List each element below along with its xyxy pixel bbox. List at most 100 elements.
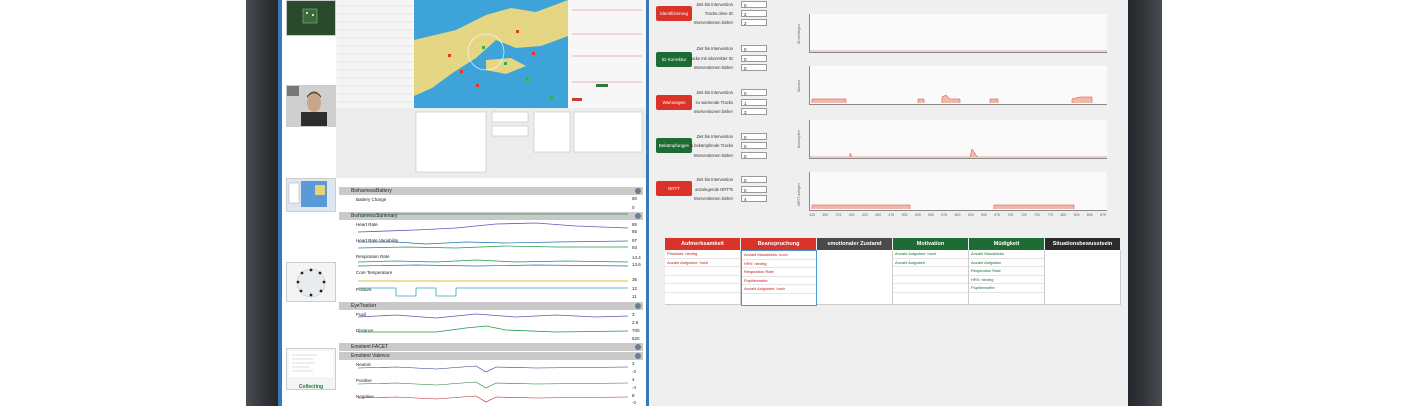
metric-value[interactable]: 0 xyxy=(741,176,767,183)
signal-min: 11 xyxy=(632,294,637,299)
state-item: Anzahl Mausklicks xyxy=(969,250,1044,259)
state-column-attention: Prioritaet: niedrig Anzahl Aufgaben: hoc… xyxy=(665,250,741,305)
x-tick: 600 xyxy=(954,213,961,217)
metric-value[interactable]: 0 xyxy=(741,55,767,62)
metric-value[interactable]: 0 xyxy=(741,45,767,52)
state-column-emotion xyxy=(817,250,893,305)
intervention-dashboard: Identifizierung ID Korrektur Warnungen B… xyxy=(649,0,1128,406)
x-tick: 850 xyxy=(1086,213,1093,217)
chart-warnings xyxy=(809,66,1107,105)
thumbnail-electrode-map[interactable] xyxy=(286,262,336,302)
signal-min: -2 xyxy=(632,369,637,374)
signal-min: 2.6 xyxy=(632,320,639,325)
metric-label: Zeit bis Intervention xyxy=(696,46,733,51)
thumbnail-column: Collecting xyxy=(282,0,340,406)
state-column-workload: Anzahl Mausklicks: hoch HRV: niedrig Res… xyxy=(741,250,817,306)
signal-max: 85 xyxy=(632,222,638,227)
collapse-icon[interactable] xyxy=(635,344,641,350)
metric-value[interactable]: 0 xyxy=(741,133,767,140)
x-tick: 400 xyxy=(848,213,855,217)
chart-ylabel: Warnen xyxy=(797,79,801,92)
metric-label: zu warnende Tracks xyxy=(695,100,733,105)
metric-label: Zeit bis Intervention xyxy=(696,2,733,7)
state-item: Prioritaet: niedrig xyxy=(665,250,740,259)
sensor-monitor-app: BioharnessBattery Battery Charge 80 0 Bi… xyxy=(336,0,646,406)
state-header-situation-awareness: Situationsbewusstsein xyxy=(1045,238,1120,250)
metric-value[interactable]: 0 xyxy=(741,89,767,96)
state-header-fatigue: Müdigkeit xyxy=(969,238,1044,250)
metric-label: Interventionen bisher xyxy=(693,20,733,25)
metric-value[interactable]: 2 xyxy=(741,108,767,115)
x-tick: 375 xyxy=(835,213,842,217)
signal-min: 85 xyxy=(632,229,638,234)
tactical-map-window xyxy=(336,0,646,178)
collapse-icon[interactable] xyxy=(635,188,641,194)
chart-identification xyxy=(809,14,1107,53)
signal-max: 36 xyxy=(632,277,638,282)
metric-label: Interventionen bisher xyxy=(693,109,733,114)
metric-value[interactable]: 1 xyxy=(741,99,767,106)
state-item: Pupillenweite xyxy=(969,284,1044,293)
state-column-situation-awareness xyxy=(1045,250,1121,305)
monitor-bezel-right xyxy=(1128,0,1162,406)
x-tick: 525 xyxy=(914,213,921,217)
state-item: Anzahl Aufgaben: hoch xyxy=(742,285,816,294)
thumbnail-collector[interactable]: Collecting xyxy=(286,348,336,390)
state-item: Anzahl Aufgaben xyxy=(969,259,1044,267)
thumbnail-map[interactable] xyxy=(286,178,336,212)
thumbnail-radar[interactable] xyxy=(286,0,336,36)
state-header-workload: Beanspruchung xyxy=(741,238,816,250)
x-tick: 650 xyxy=(981,213,987,217)
x-tick: 350 xyxy=(822,213,829,217)
collapse-icon[interactable] xyxy=(635,353,641,359)
chart-x-ticks: 325 350 375 400 425 450 475 500 525 550 … xyxy=(809,213,1106,217)
state-item: Anzahl Aufgaben: hoch xyxy=(665,259,740,267)
metric-value[interactable]: 2 xyxy=(741,19,767,26)
signal-min: -4 xyxy=(632,385,637,390)
signal-max: 14.4 xyxy=(632,255,641,260)
metric-label: Zeit bis Intervention xyxy=(696,134,733,139)
thumbnail-webcam[interactable] xyxy=(286,85,336,127)
state-item: Pupillenweite xyxy=(742,277,816,285)
signal-max: 12 xyxy=(632,286,638,291)
x-tick: 575 xyxy=(941,213,948,217)
metric-value[interactable]: 2 xyxy=(741,10,767,17)
monitor-screen: Collecting BioharnessBattery Battery Cha… xyxy=(278,0,1128,406)
signal-max: 97 xyxy=(632,238,638,243)
x-tick: 775 xyxy=(1047,213,1054,217)
chart-engagements xyxy=(809,120,1107,159)
x-tick: 450 xyxy=(875,213,882,217)
x-tick: 875 xyxy=(1100,213,1106,217)
state-header-emotion: emotionaler Zustand xyxy=(817,238,892,250)
metric-label: anzulegende NRTTs xyxy=(695,187,733,192)
signal-max: 3 xyxy=(632,312,635,317)
state-item: Anzahl Mausklicks: hoch xyxy=(742,251,816,260)
signal-min: 620 xyxy=(632,336,640,341)
state-item: Respiration Rate xyxy=(742,268,816,277)
signal-max-battery: 80 xyxy=(632,196,638,201)
x-tick: 825 xyxy=(1073,213,1080,217)
metric-value[interactable]: 0 xyxy=(741,1,767,8)
operator-state-table: Aufmerksamkeit Beanspruchung emotionaler… xyxy=(665,238,1121,306)
x-tick: 625 xyxy=(967,213,974,217)
state-header-attention: Aufmerksamkeit xyxy=(665,238,740,250)
metric-value[interactable]: 0 xyxy=(741,142,767,149)
collapse-icon[interactable] xyxy=(635,213,641,219)
metric-label: zu bekämpfende Tracks xyxy=(688,143,733,148)
x-tick: 500 xyxy=(901,213,908,217)
chart-ylabel: ID benötigen xyxy=(797,24,801,44)
signal-min: 13.6 xyxy=(632,262,641,267)
metric-value[interactable]: 0 xyxy=(741,186,767,193)
state-item: Respiration Rate xyxy=(969,267,1044,276)
chart-ylabel: NRTT anlegen xyxy=(797,183,801,206)
x-tick: 425 xyxy=(861,213,868,217)
x-tick: 800 xyxy=(1060,213,1067,217)
signal-max: 2 xyxy=(632,361,635,366)
signal-max: 8 xyxy=(632,393,635,398)
metric-value[interactable]: 0 xyxy=(741,152,767,159)
x-tick: 475 xyxy=(888,213,895,217)
metric-value[interactable]: 4 xyxy=(741,195,767,202)
chart-nrtt xyxy=(809,172,1107,211)
collapse-icon[interactable] xyxy=(635,303,641,309)
metric-value[interactable]: 0 xyxy=(741,64,767,71)
